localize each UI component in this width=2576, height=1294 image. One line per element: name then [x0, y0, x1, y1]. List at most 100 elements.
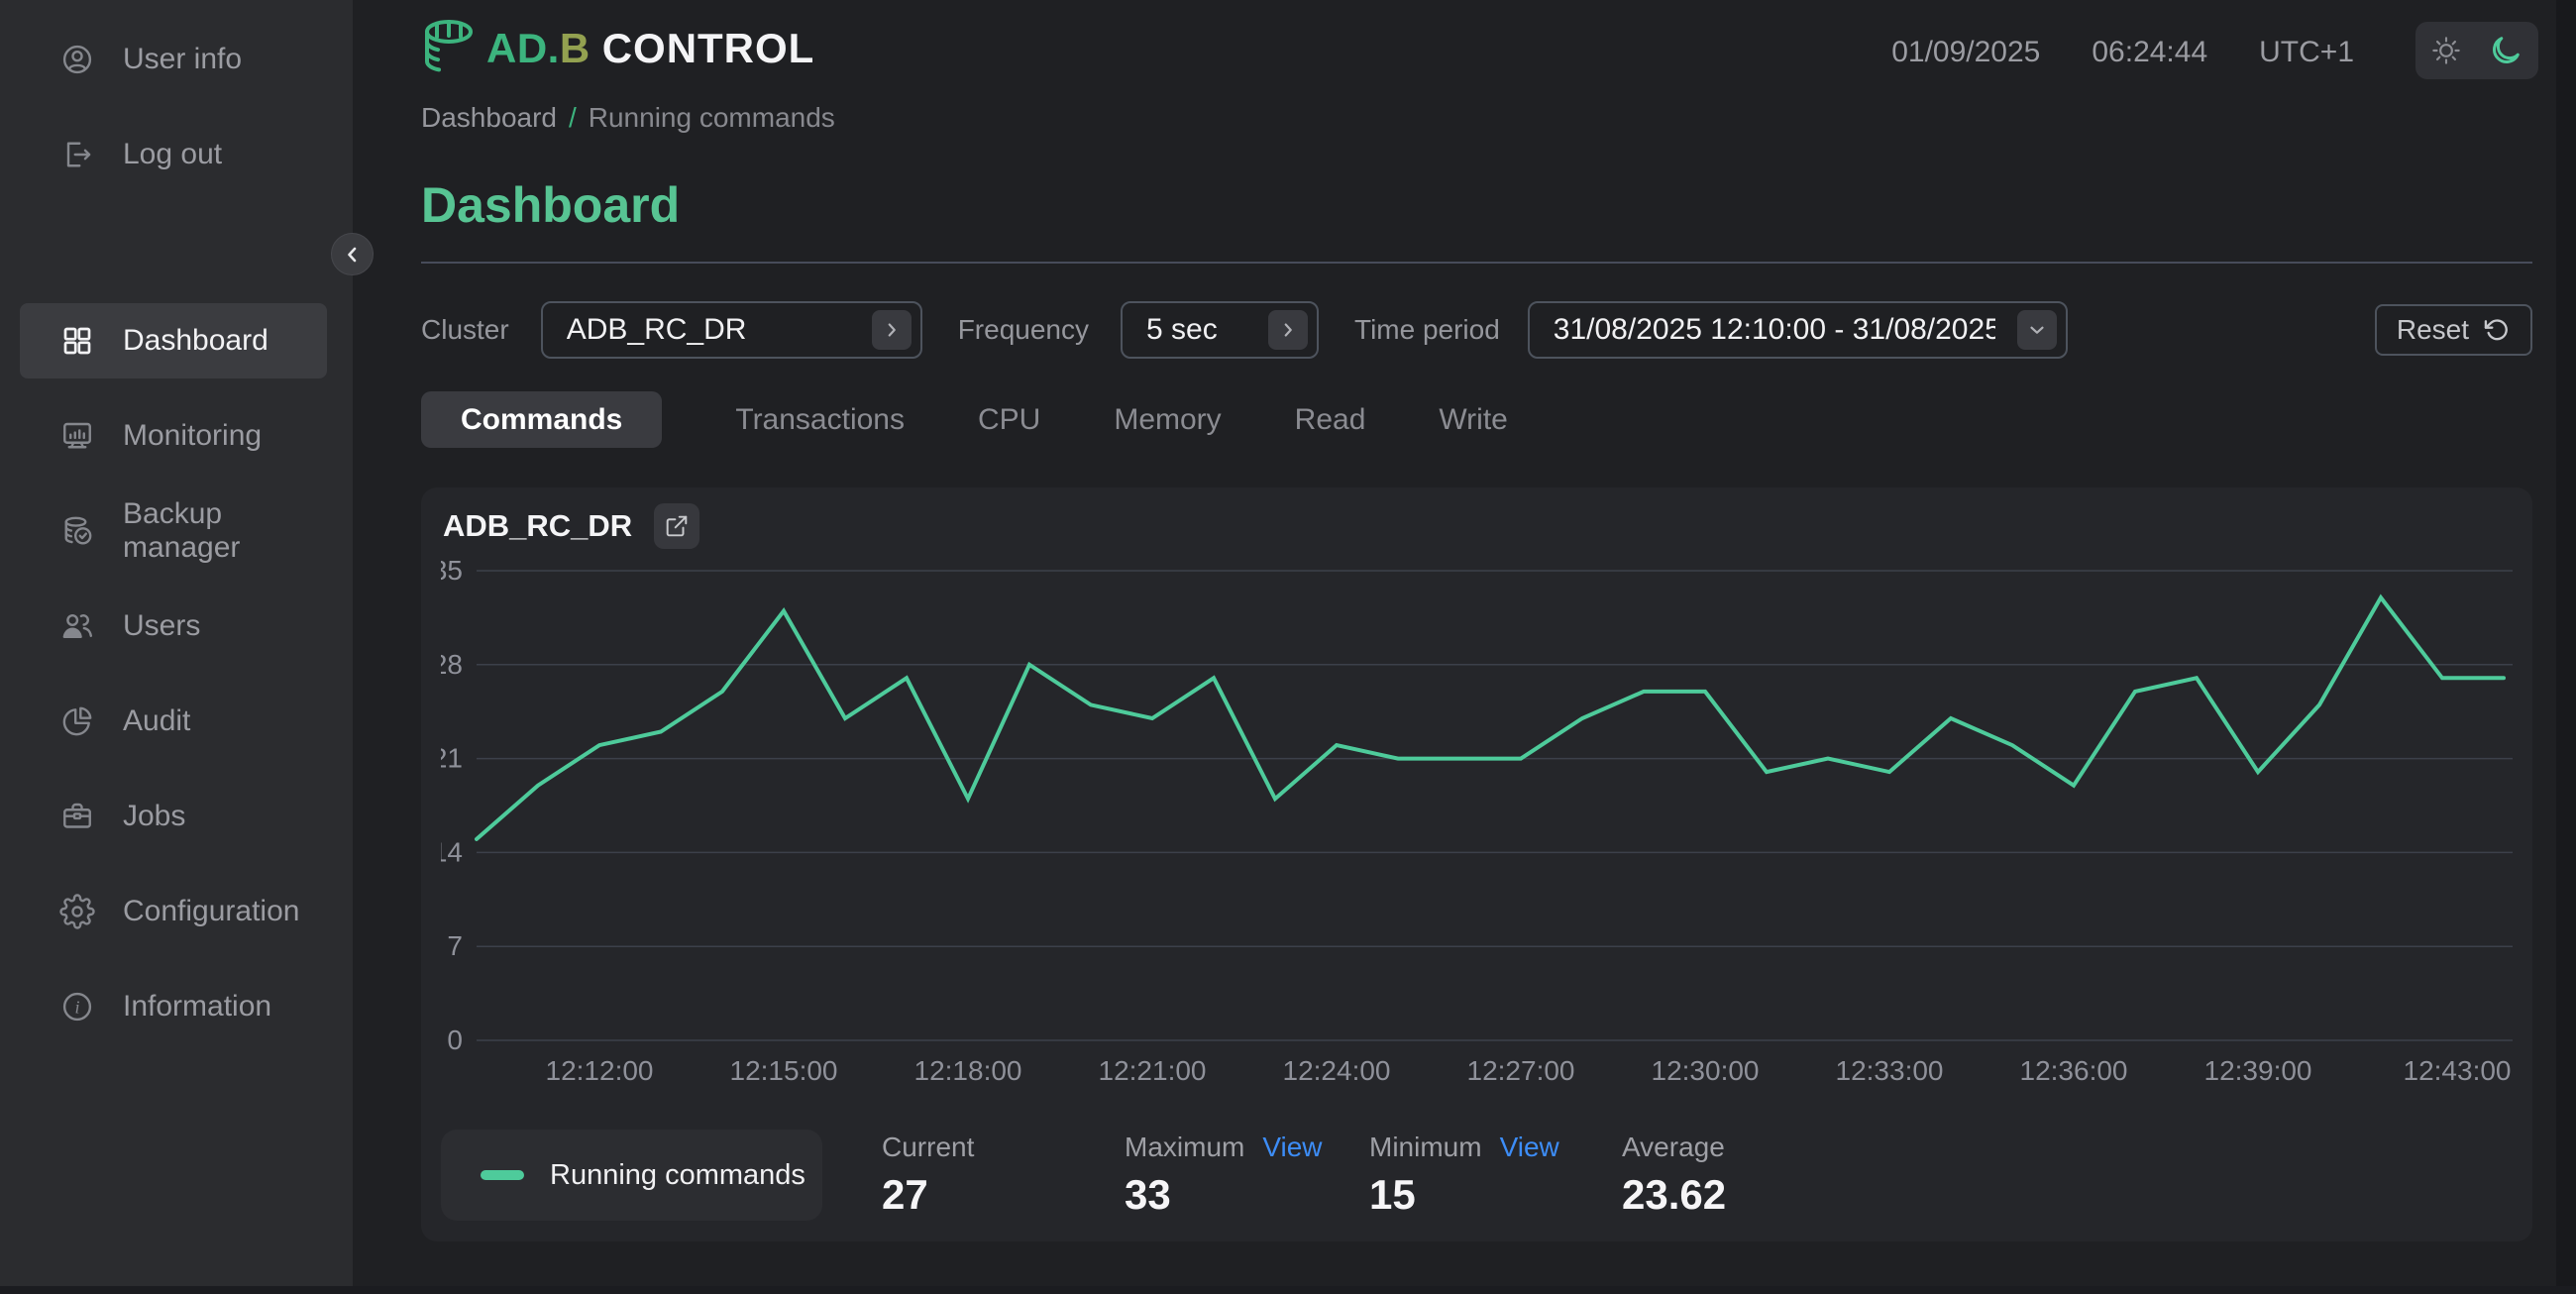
chart-card: ADB_RC_DR 352821147012:12:0012:15:0012:1… [421, 487, 2532, 1241]
x-axis-tick-label: 12:43:00 [2404, 1055, 2512, 1086]
stat-minimum-label: Minimum [1369, 1132, 1482, 1163]
running-commands-chart: 352821147012:12:0012:15:0012:18:0012:21:… [441, 555, 2513, 1098]
tab-memory[interactable]: Memory [1114, 403, 1221, 437]
stat-minimum: Minimum View 15 [1369, 1132, 1622, 1219]
stat-minimum-value: 15 [1369, 1171, 1622, 1219]
dashboard-grid-icon [59, 323, 95, 359]
brand-text: AD.BCONTROL [486, 25, 814, 72]
header-time: 06:24:44 [2092, 36, 2207, 69]
time-period-select[interactable]: 31/08/2025 12:10:00 - 31/08/2025 12:42:5… [1528, 301, 2068, 359]
reset-button-label: Reset [2397, 314, 2469, 346]
header-datetime: 01/09/2025 06:24:44 UTC+1 [1891, 36, 2354, 69]
x-axis-tick-label: 12:15:00 [730, 1055, 838, 1086]
horizontal-scrollbar-track[interactable] [0, 1286, 2576, 1294]
legend-label: Running commands [550, 1159, 805, 1192]
maximum-view-link[interactable]: View [1262, 1132, 1322, 1163]
sidebar-item-dashboard[interactable]: Dashboard [20, 303, 327, 378]
users-icon [59, 608, 95, 644]
theme-toggle [2415, 22, 2538, 79]
minimum-view-link[interactable]: View [1500, 1132, 1559, 1163]
x-axis-tick-label: 12:18:00 [914, 1055, 1022, 1086]
sidebar-item-label: Log out [123, 138, 222, 171]
app-logo: AD.BCONTROL [421, 18, 814, 79]
moon-icon[interactable] [2488, 33, 2523, 68]
frequency-select-value: 5 sec [1146, 313, 1218, 347]
x-axis-tick-label: 12:12:00 [546, 1055, 654, 1086]
reset-button[interactable]: Reset [2375, 304, 2532, 356]
sidebar-item-user-info[interactable]: User info [20, 22, 327, 97]
y-axis-tick-label: 21 [441, 743, 463, 774]
header-date: 01/09/2025 [1891, 36, 2040, 69]
y-axis-tick-label: 7 [447, 930, 463, 961]
tab-write[interactable]: Write [1439, 403, 1507, 437]
tab-transactions[interactable]: Transactions [735, 403, 905, 437]
header-timezone: UTC+1 [2259, 36, 2354, 69]
stat-current-label: Current [882, 1132, 974, 1163]
cluster-select-value: ADB_RC_DR [567, 313, 747, 347]
x-axis-tick-label: 12:21:00 [1099, 1055, 1207, 1086]
monitoring-icon [59, 418, 95, 454]
sidebar: User info Log out Dashboard Monitoring [0, 0, 353, 1294]
sidebar-item-label: User info [123, 43, 242, 76]
gear-icon [59, 894, 95, 929]
database-logo-icon [421, 18, 477, 79]
breadcrumb-dashboard[interactable]: Dashboard [421, 102, 557, 134]
metric-tabs: Commands Transactions CPU Memory Read Wr… [421, 391, 1508, 448]
stat-current: Current 27 [882, 1132, 1125, 1219]
tab-cpu[interactable]: CPU [978, 403, 1040, 437]
stat-maximum-label: Maximum [1125, 1132, 1244, 1163]
briefcase-icon [59, 799, 95, 834]
sidebar-item-log-out[interactable]: Log out [20, 117, 327, 192]
chart-footer: Running commands Current 27 Maximum View… [441, 1130, 2513, 1221]
y-axis-tick-label: 0 [447, 1024, 463, 1055]
breadcrumb: Dashboard / Running commands [421, 102, 835, 134]
sidebar-collapse-button[interactable] [331, 233, 374, 275]
frequency-select[interactable]: 5 sec [1121, 301, 1319, 359]
sidebar-item-backup-manager[interactable]: Backup manager [20, 493, 327, 569]
sidebar-item-users[interactable]: Users [20, 589, 327, 664]
external-link-icon[interactable] [654, 503, 699, 549]
filter-bar: Cluster ADB_RC_DR Frequency 5 sec Time p… [421, 300, 2532, 360]
chevron-left-icon [341, 243, 365, 267]
sidebar-item-label: Audit [123, 704, 190, 738]
stat-average-label: Average [1622, 1132, 1725, 1163]
info-icon: i [59, 989, 95, 1024]
chart-legend: Running commands [441, 1130, 822, 1221]
x-axis-tick-label: 12:36:00 [2020, 1055, 2128, 1086]
sidebar-item-information[interactable]: i Information [20, 969, 327, 1044]
sidebar-item-monitoring[interactable]: Monitoring [20, 398, 327, 474]
sidebar-item-configuration[interactable]: Configuration [20, 874, 327, 949]
time-period-label: Time period [1354, 314, 1500, 346]
cluster-select[interactable]: ADB_RC_DR [541, 301, 922, 359]
sidebar-item-jobs[interactable]: Jobs [20, 779, 327, 854]
vertical-scrollbar-track[interactable] [2556, 0, 2576, 1294]
stat-maximum-value: 33 [1125, 1171, 1369, 1219]
sun-icon[interactable] [2430, 35, 2462, 66]
frequency-label: Frequency [958, 314, 1089, 346]
tab-commands[interactable]: Commands [421, 391, 662, 448]
chevron-right-icon[interactable] [872, 310, 912, 350]
svg-text:i: i [74, 997, 79, 1017]
stat-average-value: 23.62 [1622, 1171, 1726, 1219]
divider [421, 262, 2532, 264]
chart-card-title: ADB_RC_DR [443, 508, 632, 544]
running-commands-line [477, 597, 2504, 839]
tab-read[interactable]: Read [1295, 403, 1366, 437]
x-axis-tick-label: 12:27:00 [1467, 1055, 1575, 1086]
sidebar-item-label: Information [123, 990, 271, 1024]
breadcrumb-separator: / [569, 102, 577, 134]
sidebar-item-audit[interactable]: Audit [20, 684, 327, 759]
x-axis-tick-label: 12:39:00 [2204, 1055, 2312, 1086]
chevron-down-icon[interactable] [2017, 310, 2057, 350]
logout-icon [59, 137, 95, 172]
sidebar-item-label: Users [123, 609, 200, 643]
sidebar-item-label: Configuration [123, 895, 299, 928]
stat-average: Average 23.62 [1622, 1132, 1726, 1219]
reset-icon [2483, 316, 2511, 344]
x-axis-tick-label: 12:24:00 [1283, 1055, 1391, 1086]
chevron-right-icon[interactable] [1268, 310, 1308, 350]
sidebar-item-label: Dashboard [123, 324, 268, 358]
main-content: AD.BCONTROL Dashboard / Running commands… [353, 0, 2576, 1294]
sidebar-item-label: Jobs [123, 800, 185, 833]
breadcrumb-current: Running commands [589, 102, 835, 134]
